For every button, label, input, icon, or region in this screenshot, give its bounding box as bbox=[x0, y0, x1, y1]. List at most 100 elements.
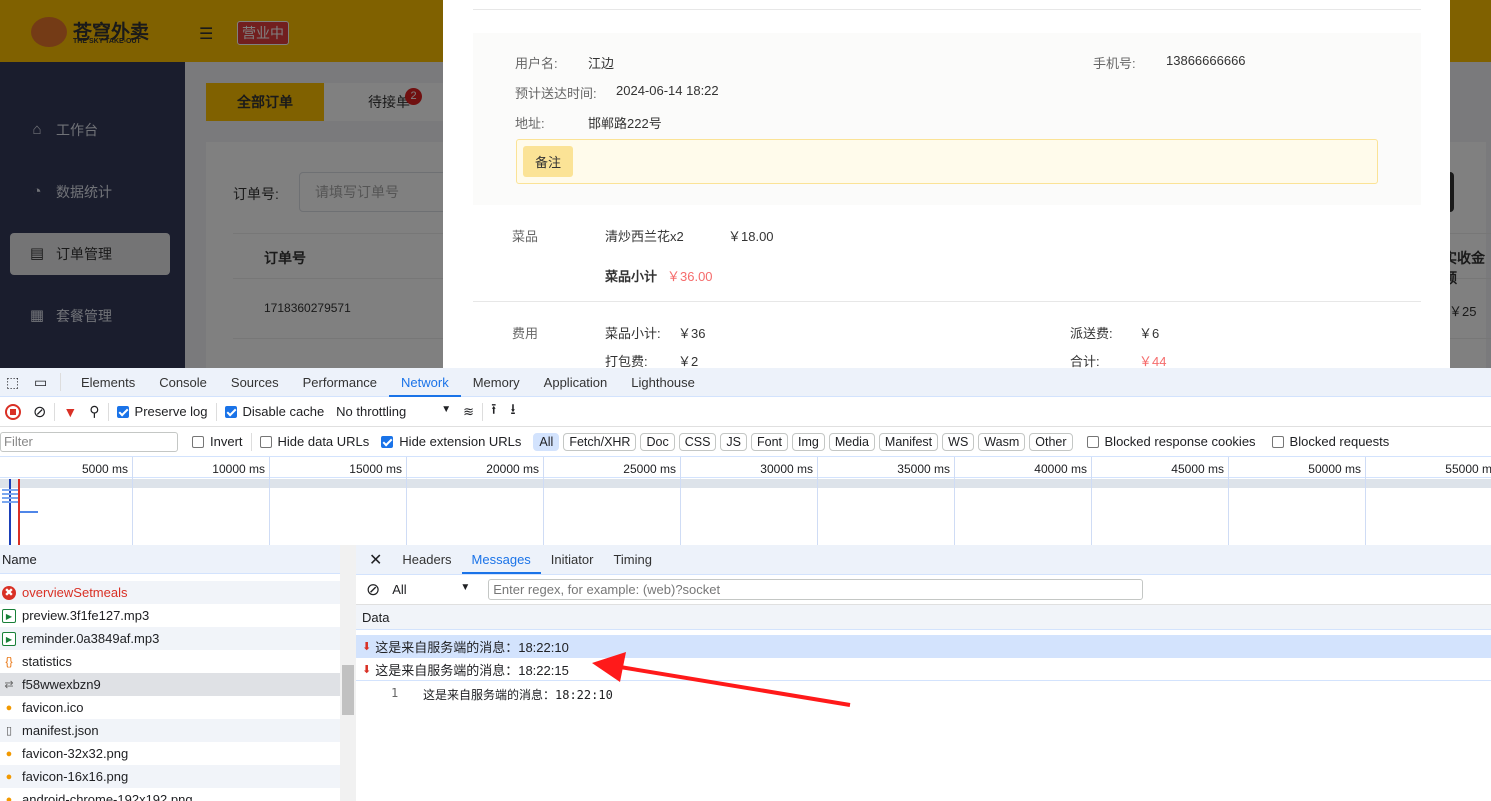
fees-label: 费用 bbox=[512, 326, 539, 341]
message-filter-input[interactable]: Enter regex, for example: (web)?socket bbox=[488, 579, 1144, 600]
sidebar-item-statistics[interactable]: ◔ 数据统计 bbox=[10, 171, 170, 213]
sidebar-item-label: 工作台 bbox=[56, 122, 98, 138]
tab-performance[interactable]: Performance bbox=[291, 368, 389, 397]
timeline-tick-label: 25000 ms bbox=[623, 462, 676, 476]
tab-application[interactable]: Application bbox=[532, 368, 620, 397]
type-filter-js[interactable]: JS bbox=[720, 432, 747, 451]
type-filter-other[interactable]: Other bbox=[1029, 432, 1073, 451]
fee-subtotal-value: ￥36 bbox=[678, 326, 706, 341]
timeline-gridline bbox=[817, 457, 818, 545]
tab-lighthouse[interactable]: Lighthouse bbox=[619, 368, 707, 397]
timeline-overview[interactable]: 5000 ms 10000 ms 15000 ms 20000 ms 25000 ms 3… bbox=[0, 457, 1491, 545]
type-filter-media[interactable]: Media bbox=[828, 432, 875, 451]
app-page: 苍穹外卖 THE SKY TAKE-OUT ☰ 营业中 ⌂ 工作台 ◔ 数据统计 ▤… bbox=[0, 0, 1491, 368]
timeline-tick-label: 20000 ms bbox=[486, 462, 539, 476]
blocked-requests-checkbox[interactable] bbox=[1271, 435, 1284, 448]
request-row[interactable]: ✖ overviewSetmeals bbox=[0, 581, 340, 604]
type-filter-ws[interactable]: WS bbox=[942, 432, 975, 451]
message-preview: 1 这是来自服务端的消息：18:22:10 bbox=[356, 686, 1491, 706]
image-icon: ● bbox=[5, 701, 13, 714]
menu-toggle-icon[interactable]: ☰ bbox=[199, 24, 213, 44]
image-icon: ● bbox=[5, 770, 13, 783]
tab-messages[interactable]: Messages bbox=[461, 545, 541, 574]
tab-pending[interactable]: 待接单 2 bbox=[324, 83, 454, 121]
timeline-tick-label: 55000 ms bbox=[1445, 462, 1491, 476]
request-row[interactable]: ⇄ f58wwexbzn9 bbox=[0, 673, 340, 696]
disable-cache-checkbox[interactable] bbox=[224, 405, 237, 418]
device-toolbar-icon[interactable]: ▭ bbox=[34, 374, 52, 391]
type-filter-font[interactable]: Font bbox=[751, 432, 789, 451]
clear-icon[interactable]: ⊘ bbox=[33, 402, 46, 422]
clear-messages-icon[interactable]: ⊘ bbox=[366, 580, 380, 600]
search-icon[interactable]: ⚲ bbox=[89, 403, 99, 420]
customer-info-box: 用户名: 江边 手机号: 13866666666 预计送达时间: 2024-06… bbox=[473, 33, 1421, 205]
logo-subtext: THE SKY TAKE-OUT bbox=[73, 38, 141, 45]
close-icon[interactable]: ✕ bbox=[369, 550, 382, 570]
hide-data-urls-checkbox[interactable] bbox=[259, 435, 272, 448]
tab-memory[interactable]: Memory bbox=[461, 368, 532, 397]
message-type-select[interactable]: All ▼ bbox=[392, 582, 482, 597]
request-row[interactable]: {} statistics bbox=[0, 650, 340, 673]
tab-timing[interactable]: Timing bbox=[603, 545, 662, 574]
clipboard-icon: ▤ bbox=[29, 245, 45, 262]
timeline-gridline bbox=[406, 457, 407, 545]
tab-sources[interactable]: Sources bbox=[219, 368, 291, 397]
remark-box: 备注 bbox=[516, 139, 1378, 184]
tab-initiator[interactable]: Initiator bbox=[541, 545, 604, 574]
status-badge[interactable]: 营业中 bbox=[237, 21, 289, 45]
request-row[interactable]: ▯ manifest.json bbox=[0, 719, 340, 742]
tab-console[interactable]: Console bbox=[147, 368, 219, 397]
preserve-log-checkbox[interactable] bbox=[116, 405, 129, 418]
message-row[interactable]: ⬇ 这是来自服务端的消息：18:22:10 bbox=[356, 635, 1491, 658]
import-har-icon[interactable]: ⭱ bbox=[491, 399, 496, 424]
message-text: 这是来自服务端的消息：18:22:10 bbox=[375, 640, 569, 655]
name-column-header[interactable]: Name bbox=[0, 545, 340, 574]
request-row[interactable]: ● favicon-32x32.png bbox=[0, 742, 340, 765]
address-value: 邯郸路222号 bbox=[588, 116, 662, 131]
message-text: 这是来自服务端的消息：18:22:15 bbox=[375, 662, 569, 678]
filter-input[interactable]: Filter bbox=[0, 431, 178, 452]
chevron-down-icon: ▼ bbox=[460, 582, 471, 593]
timeline-gridline bbox=[269, 457, 270, 545]
type-filter-manifest[interactable]: Manifest bbox=[878, 432, 939, 451]
type-filter-img[interactable]: Img bbox=[792, 432, 825, 451]
scrollbar[interactable] bbox=[340, 545, 356, 801]
tab-headers[interactable]: Headers bbox=[392, 545, 461, 574]
timeline-gridline bbox=[954, 457, 955, 545]
request-row[interactable]: ▶ reminder.0a3849af.mp3 bbox=[0, 627, 340, 650]
data-header-label: Data bbox=[362, 610, 390, 625]
type-filter-doc[interactable]: Doc bbox=[640, 432, 675, 451]
request-row[interactable]: ● android-chrome-192x192.png bbox=[0, 788, 340, 801]
chart-icon: ◔ bbox=[32, 183, 42, 200]
tab-elements[interactable]: Elements bbox=[69, 368, 147, 397]
data-column-header[interactable]: Data bbox=[356, 605, 1491, 630]
hide-extension-urls-checkbox[interactable] bbox=[381, 435, 394, 448]
throttling-select[interactable]: No throttling ▼ bbox=[336, 404, 451, 419]
blocked-cookies-label: Blocked response cookies bbox=[1104, 434, 1256, 449]
tab-network[interactable]: Network bbox=[389, 368, 461, 397]
devtools-tabbar: ⬚ ▭ Elements Console Sources Performance… bbox=[0, 368, 1491, 397]
type-filter-wasm[interactable]: Wasm bbox=[978, 432, 1026, 451]
network-conditions-icon[interactable]: ≋ bbox=[463, 404, 474, 420]
sidebar-item-setmeals[interactable]: ▦ 套餐管理 bbox=[10, 295, 170, 337]
sidebar-item-orders[interactable]: ▤ 订单管理 bbox=[10, 233, 170, 275]
request-row[interactable]: ● favicon.ico bbox=[0, 696, 340, 719]
tab-all-orders[interactable]: 全部订单 bbox=[206, 83, 324, 121]
inspect-element-icon[interactable]: ⬚ bbox=[6, 374, 22, 391]
devtools-panel: ⬚ ▭ Elements Console Sources Performance… bbox=[0, 368, 1491, 801]
type-filter-fetch-xhr[interactable]: Fetch/XHR bbox=[563, 432, 637, 451]
request-row[interactable]: ● favicon-16x16.png bbox=[0, 765, 340, 788]
filter-icon[interactable]: ▼ bbox=[63, 404, 77, 420]
request-row[interactable]: ▶ preview.3f1fe127.mp3 bbox=[0, 604, 340, 627]
request-name-list: Name ✖ overviewSetmeals ▶ preview.3f1fe127.… bbox=[0, 545, 356, 801]
export-har-icon[interactable]: ⭳ bbox=[510, 399, 515, 424]
invert-checkbox[interactable] bbox=[192, 435, 204, 448]
record-stop-icon[interactable] bbox=[5, 403, 21, 420]
dish-price: ￥18.00 bbox=[728, 229, 774, 244]
type-filter-css[interactable]: CSS bbox=[678, 432, 717, 451]
blocked-cookies-checkbox[interactable] bbox=[1086, 435, 1099, 448]
message-row[interactable]: ⬇ 这是来自服务端的消息：18:22:15 bbox=[356, 658, 1491, 681]
sidebar-item-workbench[interactable]: ⌂ 工作台 bbox=[10, 109, 170, 151]
preview-text: 这是来自服务端的消息：18:22:10 bbox=[423, 688, 613, 702]
type-filter-all[interactable]: All bbox=[533, 432, 560, 451]
